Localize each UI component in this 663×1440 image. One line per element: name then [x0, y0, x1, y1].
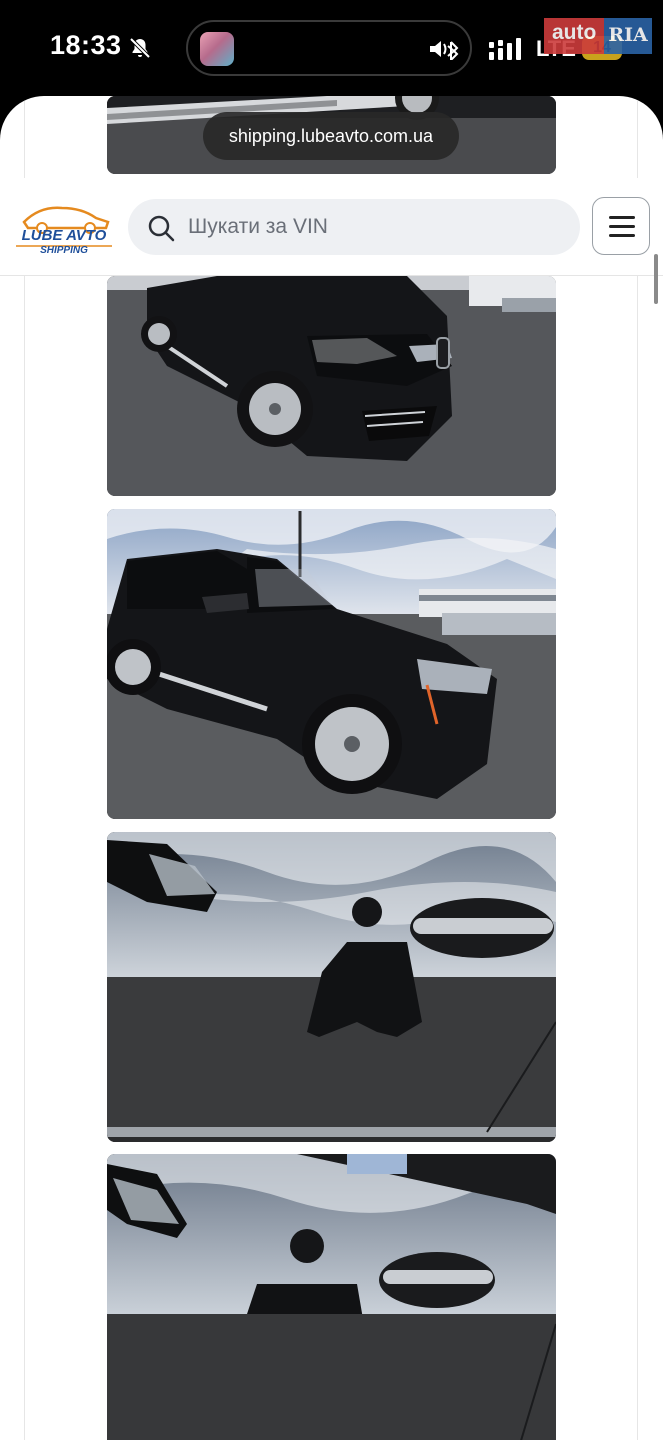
watermark-auto: auto	[544, 18, 605, 54]
search-icon	[148, 215, 175, 242]
dynamic-island[interactable]	[186, 20, 472, 76]
lube-avto-logo[interactable]: LUBE AVTO SHIPPING	[10, 200, 118, 254]
status-time: 18:33	[50, 30, 122, 60]
volume-icon	[430, 41, 459, 60]
car-photo-3[interactable]	[107, 832, 556, 1142]
signal-icon	[489, 38, 521, 60]
page-scrollbar[interactable]	[654, 254, 658, 304]
car-photo-4[interactable]	[107, 1154, 556, 1440]
watermark-ria: RIA	[604, 18, 652, 54]
app-avatar[interactable]	[200, 32, 234, 66]
autoria-watermark: auto RIA	[544, 18, 656, 54]
car-photo-1[interactable]	[107, 276, 556, 496]
car-photo-2[interactable]	[107, 509, 556, 819]
menu-button[interactable]	[592, 197, 650, 255]
bell-muted-icon	[129, 37, 151, 59]
menu-icon-bar	[609, 234, 635, 237]
logo-text-sub: SHIPPING	[40, 245, 88, 254]
bluetooth-icon	[447, 41, 459, 60]
gutter-right	[637, 96, 638, 1440]
vin-search-input[interactable]	[188, 199, 558, 255]
url-bar[interactable]: shipping.lubeavto.com.ua	[203, 112, 459, 160]
web-page[interactable]: shipping.lubeavto.com.ua LUBE AVTO SHIPP…	[0, 96, 663, 1440]
menu-icon-bar	[609, 225, 635, 228]
menu-icon	[609, 216, 635, 219]
site-header: LUBE AVTO SHIPPING	[0, 178, 663, 276]
logo-text-main: LUBE AVTO	[22, 227, 107, 244]
gutter-left	[24, 96, 25, 1440]
vin-search-box[interactable]	[128, 199, 580, 255]
